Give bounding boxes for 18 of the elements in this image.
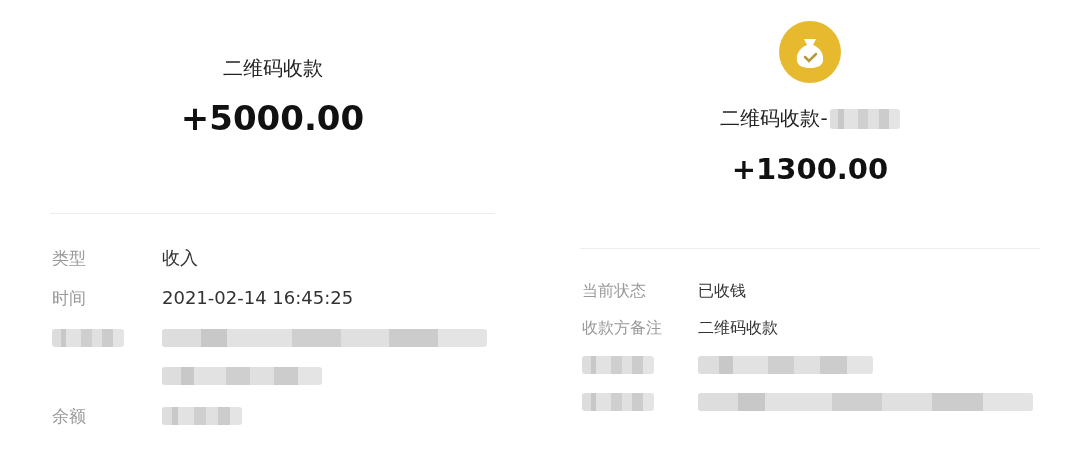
field-label: 当前状态 (582, 281, 646, 300)
field-value: 二维码收款 (698, 317, 778, 339)
field-value: 收入 (162, 246, 198, 270)
transaction-title: 二维码收款- (720, 105, 828, 132)
redacted-text (582, 356, 654, 374)
field-label: 余额 (52, 406, 86, 426)
redacted-text (52, 329, 124, 347)
redacted-text (829, 108, 900, 129)
amount-text: +1300.00 (731, 152, 889, 186)
field-label: 类型 (52, 248, 86, 268)
field-label: 时间 (52, 288, 86, 308)
field-value: 2021-02-14 16:45:25 (162, 286, 354, 310)
redacted-text (582, 393, 654, 411)
transaction-title: 二维码收款 (222, 55, 323, 82)
money-bag-icon (779, 21, 841, 83)
amount-text: +5000.00 (180, 98, 365, 138)
field-value: 已收钱 (698, 280, 746, 302)
field-label: 收款方备注 (582, 318, 662, 337)
